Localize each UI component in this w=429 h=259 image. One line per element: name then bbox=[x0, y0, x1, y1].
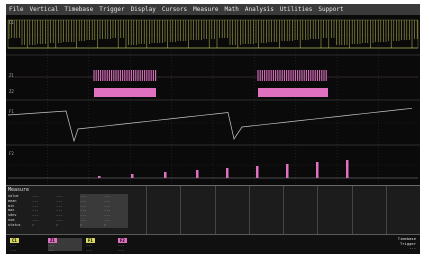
measure-value: ✓ bbox=[56, 222, 59, 227]
menu-item-vertical[interactable]: Vertical bbox=[26, 4, 61, 15]
menu-bar: File Vertical Timebase Trigger Display Cursor… bbox=[6, 4, 420, 15]
trace-f2-bar bbox=[256, 166, 259, 178]
channel-setting: --- bbox=[118, 247, 125, 252]
trace-f2-bar bbox=[98, 176, 101, 178]
timebase-line: --- bbox=[409, 245, 416, 251]
menu-item-measure[interactable]: Measure bbox=[190, 4, 221, 15]
measure-column[interactable]: --- --- --- --- --- --- ✓ bbox=[56, 194, 80, 228]
measure-header: Measure bbox=[8, 187, 30, 193]
measure-column[interactable]: --- --- --- --- --- --- ✓ bbox=[32, 194, 56, 228]
menu-item-display[interactable]: Display bbox=[128, 4, 159, 15]
measurement-cell[interactable] bbox=[180, 186, 214, 235]
trace-z1 bbox=[93, 70, 327, 81]
channel-descriptor-z1[interactable]: Z1 --- --- --- bbox=[48, 238, 82, 254]
trace-f2-bar bbox=[316, 162, 319, 178]
measure-row-names: value mean min max sdev num status bbox=[8, 194, 32, 228]
measure-column[interactable]: --- --- --- --- --- --- ✓ bbox=[104, 194, 128, 228]
channel-setting: --- bbox=[86, 247, 93, 252]
menu-item-utilities[interactable]: Utilities bbox=[277, 4, 316, 15]
channel-descriptor-c1[interactable]: C1 --- --- --- bbox=[10, 238, 40, 254]
trace-f2-bar bbox=[226, 168, 229, 178]
measurement-panel: Measure value mean min max sdev num status ---… bbox=[6, 185, 420, 235]
menu-item-file[interactable]: File bbox=[6, 4, 26, 15]
trace-label-f2: F2 bbox=[9, 151, 14, 156]
menu-item-math[interactable]: Math bbox=[221, 4, 241, 15]
waveform-display[interactable]: C1 Z1 Z2 F1 F2 bbox=[6, 15, 420, 185]
measurement-cell[interactable] bbox=[214, 186, 249, 235]
channel-descriptor-f2[interactable]: F2 --- --- bbox=[118, 238, 148, 252]
measurement-cell[interactable] bbox=[351, 186, 386, 235]
menu-item-support[interactable]: Support bbox=[315, 4, 346, 15]
trace-label-f1: F1 bbox=[9, 109, 14, 114]
menu-item-trigger[interactable]: Trigger bbox=[96, 4, 127, 15]
menu-item-analysis[interactable]: Analysis bbox=[242, 4, 277, 15]
measure-value: ✓ bbox=[104, 222, 107, 227]
trace-label-c1: C1 bbox=[9, 20, 14, 25]
menu-item-cursors[interactable]: Cursors bbox=[159, 4, 190, 15]
menu-item-timebase[interactable]: Timebase bbox=[61, 4, 96, 15]
trace-f2-bar bbox=[131, 174, 134, 178]
measurement-cell[interactable] bbox=[385, 186, 420, 235]
channel-setting: --- bbox=[48, 252, 55, 254]
waveform-grid[interactable]: C1 Z1 Z2 F1 F2 bbox=[6, 15, 420, 185]
measurement-cell[interactable] bbox=[283, 186, 317, 235]
trace-f2-bar bbox=[164, 172, 167, 178]
channel-status-bar: C1 --- --- --- Z1 --- --- --- F1 --- --- F2 --- --… bbox=[6, 234, 420, 254]
measurement-cell[interactable] bbox=[317, 186, 351, 235]
measure-value: ✓ bbox=[32, 222, 35, 227]
oscilloscope-screen: File Vertical Timebase Trigger Display Cursor… bbox=[6, 4, 420, 254]
measurement-cells bbox=[146, 186, 420, 235]
trace-f2-bar bbox=[196, 170, 199, 178]
trace-f2-bar bbox=[286, 164, 289, 178]
measurement-cell[interactable] bbox=[146, 186, 180, 235]
measurement-cell[interactable] bbox=[248, 186, 283, 235]
measure-row-label: status bbox=[8, 222, 21, 227]
trace-label-z2: Z2 bbox=[9, 89, 14, 94]
trace-f2-bar bbox=[346, 160, 349, 178]
measure-value: ✓ bbox=[80, 222, 83, 227]
channel-setting: --- bbox=[10, 252, 17, 254]
trace-f1 bbox=[7, 107, 413, 143]
channel-descriptor-f1[interactable]: F1 --- --- bbox=[86, 238, 116, 252]
measure-columns: value mean min max sdev num status --- --- --- --… bbox=[8, 194, 128, 228]
timebase-descriptor[interactable]: Timebase Trigger --- bbox=[398, 236, 416, 251]
trace-z2-burst bbox=[94, 88, 156, 97]
trace-z2-burst bbox=[258, 88, 328, 97]
measure-column[interactable]: --- --- --- --- --- --- ✓ bbox=[80, 194, 104, 228]
graticule bbox=[6, 15, 420, 185]
trace-label-z1: Z1 bbox=[9, 73, 14, 78]
